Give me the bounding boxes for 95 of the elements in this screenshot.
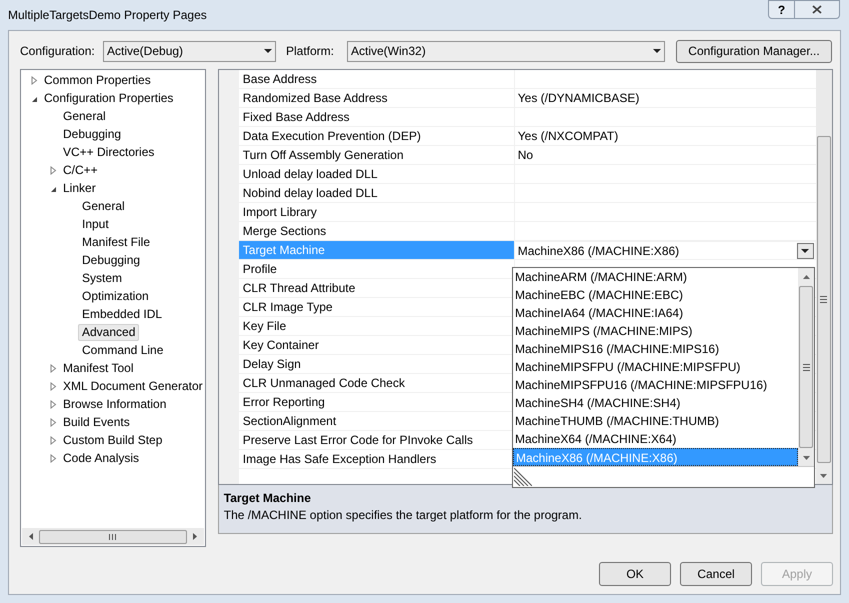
property-value[interactable]: Yes (/DYNAMICBASE) <box>514 89 642 107</box>
tree-item[interactable]: Optimization <box>82 287 149 305</box>
grip-icon <box>820 296 828 303</box>
scroll-left-icon <box>28 533 32 540</box>
property-name[interactable]: Delay Sign <box>238 355 514 373</box>
property-name[interactable]: Fixed Base Address <box>238 108 514 126</box>
property-value[interactable]: No <box>514 146 536 164</box>
scrollbar-thumb[interactable] <box>816 136 831 463</box>
platform-label: Platform: <box>286 43 336 60</box>
dropdown-option[interactable]: MachineMIPSFPU16 (/MACHINE:MIPSFPU16) <box>513 376 798 394</box>
scrollbar-thumb[interactable] <box>39 530 187 544</box>
tree-item[interactable]: C/C++ <box>63 161 98 179</box>
tree-item[interactable]: XML Document Generator <box>63 377 203 395</box>
caret-icon <box>653 49 661 53</box>
dialog-button[interactable]: Cancel <box>680 562 752 586</box>
tree-item[interactable]: Browse Information <box>63 395 166 413</box>
platform-dropdown[interactable]: Active(Win32) <box>347 40 665 62</box>
grip-icon <box>109 534 116 540</box>
vertical-scrollbar[interactable] <box>816 70 832 484</box>
property-name[interactable]: Key File <box>238 317 514 335</box>
tree-item[interactable]: Input <box>82 215 109 233</box>
tree-item[interactable]: Advanced <box>78 324 140 340</box>
property-name[interactable]: Import Library <box>238 203 514 221</box>
expand-arrow-icon[interactable] <box>31 76 38 84</box>
property-name[interactable]: SectionAlignment <box>238 412 514 430</box>
tree-item[interactable]: Common Properties <box>44 71 151 89</box>
tree-item[interactable]: Custom Build Step <box>63 431 162 449</box>
property-value[interactable]: Yes (/NXCOMPAT) <box>514 127 622 145</box>
close-icon <box>812 5 822 14</box>
property-name[interactable]: Key Container <box>238 336 514 354</box>
resize-grip-icon <box>514 468 532 486</box>
dropdown-option[interactable]: MachineMIPS16 (/MACHINE:MIPS16) <box>513 340 798 358</box>
tree-item[interactable]: Command Line <box>82 341 164 359</box>
scroll-right-icon <box>193 533 198 540</box>
grip-icon <box>802 364 810 370</box>
scrollbar-thumb[interactable] <box>799 286 813 448</box>
tree-item[interactable]: Embedded IDL <box>82 305 162 323</box>
tree-item[interactable]: General <box>82 197 125 215</box>
scroll-up-icon <box>802 274 810 278</box>
tree-item[interactable]: Configuration Properties <box>44 89 174 107</box>
configuration-label: Configuration: <box>20 43 96 60</box>
property-name[interactable]: CLR Thread Attribute <box>238 279 514 297</box>
vertical-scrollbar[interactable] <box>798 268 814 466</box>
property-name[interactable]: CLR Image Type <box>238 298 514 316</box>
caret-icon <box>264 49 272 53</box>
expand-arrow-icon[interactable] <box>50 382 57 390</box>
close-button[interactable] <box>795 0 840 19</box>
tree-item[interactable]: Build Events <box>63 413 130 431</box>
tree-item[interactable]: Manifest File <box>82 233 150 251</box>
caret-icon <box>801 248 810 252</box>
property-name[interactable]: Turn Off Assembly Generation <box>238 146 514 164</box>
tree-item[interactable]: Linker <box>63 179 96 197</box>
dropdown-option[interactable]: MachineARM (/MACHINE:ARM) <box>513 268 798 286</box>
expand-arrow-icon[interactable] <box>50 166 57 174</box>
scroll-down-icon <box>802 456 810 460</box>
dropdown-option[interactable]: MachineTHUMB (/MACHINE:THUMB) <box>513 412 798 430</box>
tree-item[interactable]: General <box>63 107 106 125</box>
dropdown-option[interactable]: MachineX64 (/MACHINE:X64) <box>513 430 798 448</box>
property-name[interactable]: Unload delay loaded DLL <box>238 165 514 183</box>
expand-arrow-icon[interactable] <box>50 364 57 372</box>
description-text: The /MACHINE option specifies the target platform for the program. <box>224 507 583 524</box>
dropdown-option[interactable]: MachineIA64 (/MACHINE:IA64) <box>513 304 798 322</box>
dropdown-option[interactable]: MachineEBC (/MACHINE:EBC) <box>513 286 798 304</box>
dropdown-button[interactable] <box>796 242 814 258</box>
dropdown-option[interactable]: MachineMIPS (/MACHINE:MIPS) <box>513 322 798 340</box>
property-name[interactable]: Image Has Safe Exception Handlers <box>238 450 514 468</box>
tree-item[interactable]: VC++ Directories <box>63 143 154 161</box>
configuration-dropdown[interactable]: Active(Debug) <box>103 40 276 62</box>
horizontal-scrollbar[interactable] <box>22 528 204 545</box>
tree-item[interactable]: Debugging <box>82 251 140 269</box>
property-name[interactable]: Base Address <box>238 70 514 88</box>
tree-item[interactable]: Debugging <box>63 125 122 143</box>
property-name[interactable]: Data Execution Prevention (DEP) <box>238 127 514 145</box>
property-name[interactable]: Profile <box>238 260 514 278</box>
property-name[interactable]: Nobind delay loaded DLL <box>238 184 514 202</box>
expand-arrow-icon[interactable] <box>50 418 57 426</box>
property-name[interactable]: Randomized Base Address <box>238 89 514 107</box>
tree-item[interactable]: Code Analysis <box>63 449 140 467</box>
dialog-button[interactable]: OK <box>599 562 671 586</box>
configuration-manager-button[interactable]: Configuration Manager... <box>676 40 832 62</box>
dropdown-option[interactable]: MachineSH4 (/MACHINE:SH4) <box>513 394 798 412</box>
property-name[interactable]: Preserve Last Error Code for PInvoke Calls <box>238 431 514 449</box>
scroll-down-icon <box>820 474 828 478</box>
property-name[interactable]: CLR Unmanaged Code Check <box>238 374 514 392</box>
expand-arrow-icon[interactable] <box>50 454 57 462</box>
window-title: MultipleTargetsDemo Property Pages <box>8 7 207 24</box>
property-name[interactable]: Merge Sections <box>238 222 514 240</box>
dropdown-option[interactable]: MachineMIPSFPU (/MACHINE:MIPSFPU) <box>513 358 798 376</box>
description-title: Target Machine <box>224 491 312 506</box>
property-name[interactable]: Error Reporting <box>238 393 514 411</box>
tree-item[interactable]: System <box>82 269 122 287</box>
tree-item[interactable]: Manifest Tool <box>63 359 134 377</box>
expand-arrow-icon[interactable] <box>50 400 57 408</box>
expand-arrow-icon[interactable] <box>50 436 57 444</box>
help-button[interactable]: ? <box>768 0 795 19</box>
